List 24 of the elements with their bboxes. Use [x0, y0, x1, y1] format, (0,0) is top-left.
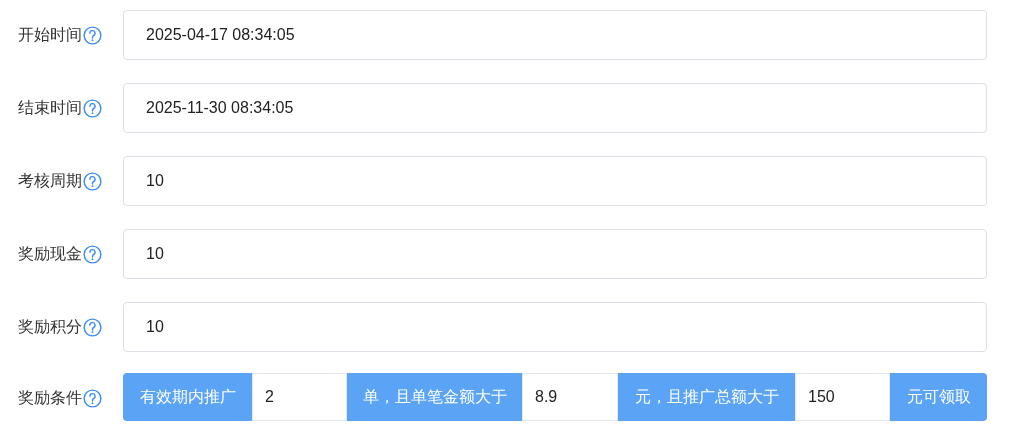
field-label: 奖励条件: [18, 387, 82, 408]
input-field[interactable]: 10: [123, 229, 987, 279]
help-icon[interactable]: [83, 98, 102, 118]
input-field[interactable]: 150: [795, 373, 890, 421]
field-label: 奖励积分: [18, 316, 82, 337]
input-field[interactable]: 8.9: [522, 373, 618, 421]
input-addon: 元，且推广总额大于: [618, 373, 795, 421]
help-icon[interactable]: [83, 25, 102, 45]
field-label: 考核周期: [18, 170, 82, 191]
help-icon[interactable]: [83, 171, 102, 191]
input-addon: 有效期内推广: [123, 373, 252, 421]
field-label: 奖励现金: [18, 243, 82, 264]
input-field[interactable]: 10: [123, 156, 987, 206]
help-icon[interactable]: [83, 244, 102, 264]
field-label: 开始时间: [18, 24, 82, 45]
input-field[interactable]: 2025-04-17 08:34:05: [123, 10, 987, 60]
help-icon[interactable]: [83, 317, 102, 337]
help-icon[interactable]: [83, 388, 102, 408]
input-addon: 元可领取: [890, 373, 987, 421]
input-addon: 单，且单笔金额大于: [347, 373, 522, 421]
input-field[interactable]: 10: [123, 302, 987, 352]
input-field[interactable]: 2025-11-30 08:34:05: [123, 83, 987, 133]
field-label: 结束时间: [18, 97, 82, 118]
input-field[interactable]: 2: [252, 373, 347, 421]
